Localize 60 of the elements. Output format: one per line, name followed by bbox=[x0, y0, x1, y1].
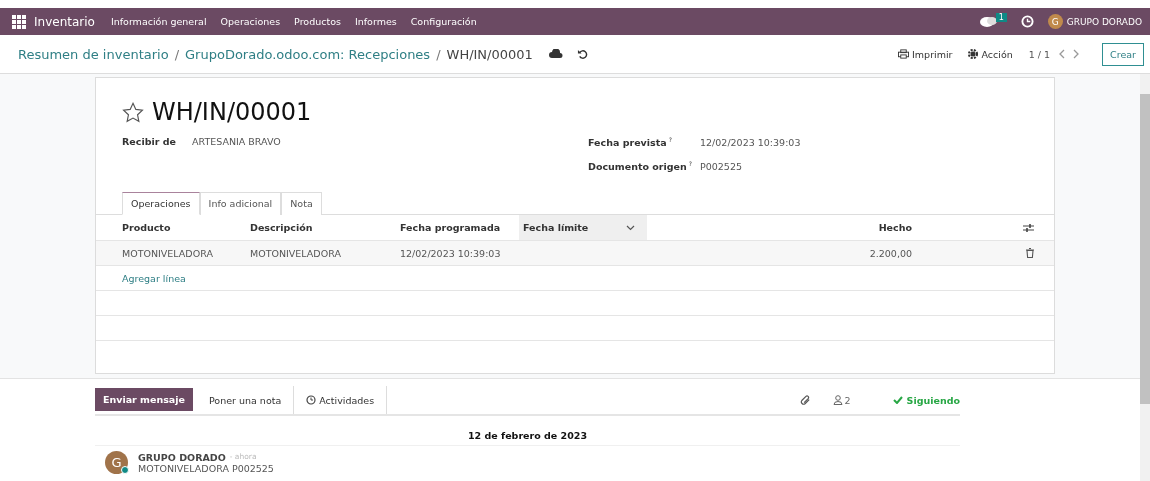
breadcrumb-separator: / bbox=[436, 46, 441, 62]
app-name[interactable]: Inventario bbox=[34, 14, 95, 29]
print-button[interactable]: Imprimir bbox=[898, 48, 953, 60]
field-label: Documento origen $^{?}$ bbox=[588, 160, 693, 173]
message-author[interactable]: GRUPO DORADO bbox=[138, 451, 226, 463]
breadcrumb-separator: / bbox=[174, 46, 180, 62]
breadcrumb-link[interactable]: Resumen de inventario bbox=[18, 46, 169, 62]
menu-item[interactable]: Operaciones bbox=[220, 16, 281, 27]
create-button[interactable]: Crear bbox=[1102, 42, 1144, 66]
person-icon bbox=[832, 395, 843, 405]
chat-icon[interactable] bbox=[979, 15, 998, 28]
printer-icon bbox=[898, 49, 910, 59]
paperclip-icon[interactable] bbox=[799, 394, 811, 406]
pager-value: 1 / 1 bbox=[1028, 48, 1051, 60]
date-separator: 12 de febrero de 2023 bbox=[467, 430, 588, 441]
action-button[interactable]: Acción bbox=[968, 48, 1013, 60]
add-line-link[interactable]: Agregar línea bbox=[122, 272, 186, 284]
menu-item[interactable]: Información general bbox=[110, 16, 207, 27]
message-body: MOTONIVELADORA P002525 bbox=[138, 462, 274, 474]
author-avatar: G bbox=[105, 451, 128, 474]
clock-icon bbox=[306, 395, 317, 405]
star-icon[interactable] bbox=[122, 101, 144, 123]
field-label: Recibir de bbox=[122, 136, 177, 147]
field-label: Fecha prevista $^{?}$ bbox=[588, 136, 673, 149]
column-header[interactable]: Descripción bbox=[250, 222, 400, 233]
table-cell-text: 12/02/2023 10:39:03 bbox=[400, 247, 502, 259]
table-cell-text: MOTONIVELADORA bbox=[250, 247, 342, 259]
field-value[interactable]: P002525 bbox=[700, 161, 742, 173]
chevron-down-icon[interactable] bbox=[626, 224, 635, 231]
clock-icon[interactable] bbox=[1020, 15, 1034, 28]
send-message-button[interactable]: Enviar mensaje bbox=[95, 388, 193, 411]
trash-icon[interactable] bbox=[1026, 248, 1034, 258]
user-name[interactable]: GRUPO DORADO bbox=[1066, 16, 1142, 27]
menu-item[interactable]: Informes bbox=[354, 16, 397, 27]
table-cell-text: 2.200,00 bbox=[868, 247, 912, 259]
column-header[interactable]: Fecha límite bbox=[519, 215, 647, 240]
cloud-upload-icon[interactable] bbox=[548, 49, 563, 59]
table-cell-text: MOTONIVELADORA bbox=[122, 247, 214, 259]
field-value[interactable]: 12/02/2023 10:39:03 bbox=[700, 137, 801, 149]
field-value[interactable]: ARTESANIA BRAVO bbox=[192, 136, 281, 147]
breadcrumb-current: WH/IN/00001 bbox=[446, 46, 533, 62]
followers-button[interactable]: 2 bbox=[826, 386, 857, 414]
scrollbar[interactable] bbox=[1140, 74, 1150, 481]
undo-icon[interactable] bbox=[576, 48, 588, 60]
breadcrumb-link[interactable]: GrupoDorado.odoo.com: Recepciones bbox=[185, 46, 431, 62]
tab[interactable]: Info adicional bbox=[199, 192, 282, 215]
message-count-badge: 1 bbox=[995, 13, 1007, 22]
next-icon[interactable] bbox=[1073, 49, 1081, 59]
column-header[interactable]: Hecho bbox=[647, 222, 912, 233]
menu-item[interactable]: Configuración bbox=[410, 16, 477, 27]
tab[interactable]: Nota bbox=[281, 192, 322, 215]
tab[interactable]: Operaciones bbox=[122, 192, 200, 215]
column-settings-icon[interactable] bbox=[1023, 222, 1034, 233]
record-title: WH/IN/00001 bbox=[152, 98, 312, 126]
apps-grid-icon[interactable] bbox=[12, 14, 26, 29]
menu-item[interactable]: Productos bbox=[294, 16, 341, 27]
gear-icon bbox=[968, 49, 979, 59]
column-header[interactable]: Producto bbox=[122, 222, 250, 233]
previous-icon[interactable] bbox=[1058, 49, 1066, 59]
check-icon bbox=[892, 396, 903, 404]
